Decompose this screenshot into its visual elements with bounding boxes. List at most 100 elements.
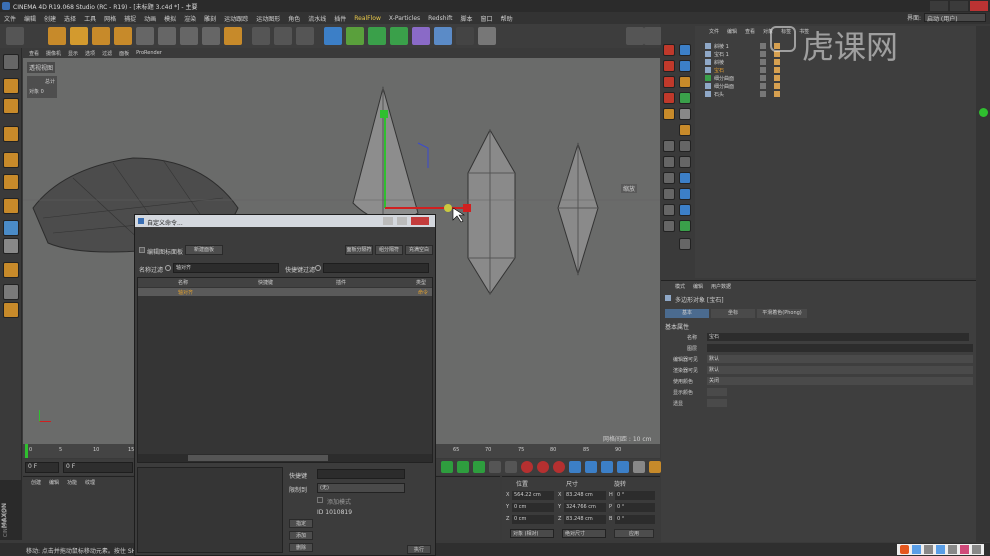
om-view-icon[interactable] (679, 44, 691, 56)
move-icon[interactable] (70, 27, 88, 45)
attr-menu-item[interactable]: 编辑 (693, 283, 703, 290)
tag-checker-icon[interactable] (774, 75, 780, 81)
menu-item[interactable]: 雕刻 (204, 14, 216, 23)
size-field[interactable]: 324.766 cm (564, 503, 606, 512)
camera-icon[interactable] (456, 27, 474, 45)
attr-tab[interactable]: 平滑着色(Phong) (757, 309, 807, 318)
ime-s-icon[interactable] (900, 545, 909, 554)
menu-item[interactable]: 网格 (104, 14, 116, 23)
om-layer-icon[interactable] (663, 60, 675, 72)
table-scroll-thumb[interactable] (188, 455, 328, 461)
limit-dropdown[interactable]: (无) (317, 483, 405, 493)
render-view-icon[interactable] (252, 27, 270, 45)
add-mode-checkbox-icon[interactable] (317, 497, 323, 503)
table-row[interactable]: 轴对齐 命令 (138, 288, 432, 296)
attr-tab[interactable]: 坐标 (711, 309, 755, 318)
attr-field-input[interactable] (707, 344, 973, 352)
layout-icon[interactable] (626, 27, 644, 45)
viewport-menu-item[interactable]: 查看 (29, 50, 39, 57)
om-filter-icon[interactable] (663, 44, 675, 56)
deformer-icon[interactable] (412, 27, 430, 45)
loop-icon[interactable] (457, 461, 469, 473)
attr-field-input[interactable]: 默认 (707, 355, 973, 363)
timeline-playhead[interactable] (25, 444, 28, 458)
s-tool-icon[interactable] (679, 124, 691, 136)
snap-icon[interactable] (3, 220, 19, 236)
attr-field-input[interactable]: 关闭 (707, 377, 973, 385)
spin-edge-icon[interactable] (679, 238, 691, 250)
ime-keyboard-icon[interactable] (948, 545, 957, 554)
refresh-icon[interactable] (489, 461, 501, 473)
stitch-tool-icon[interactable] (679, 220, 691, 232)
size-mode-dropdown[interactable]: 绝对尺寸 (562, 529, 606, 538)
polygons-mode-icon[interactable] (3, 174, 19, 190)
psr-icon[interactable] (663, 108, 675, 120)
workplane-icon[interactable] (3, 98, 19, 114)
timeline-settings-icon[interactable] (649, 461, 661, 473)
make-editable-icon[interactable] (224, 27, 242, 45)
ime-tools-icon[interactable] (972, 545, 981, 554)
pen-icon[interactable] (346, 27, 364, 45)
ime-skin-icon[interactable] (960, 545, 969, 554)
om-sketch-icon[interactable] (679, 108, 691, 120)
keyframe-icon[interactable] (553, 461, 565, 473)
material-menu-item[interactable]: 创建 (31, 479, 41, 486)
dialog-maximize-button[interactable] (397, 217, 407, 225)
world-coord-icon[interactable] (202, 27, 220, 45)
pla-key-icon[interactable] (633, 461, 645, 473)
live-select-icon[interactable] (48, 27, 66, 45)
menu-item[interactable]: 工具 (84, 14, 96, 23)
grid-icon[interactable] (3, 284, 19, 300)
viewport-menu-item[interactable]: ProRender (136, 50, 162, 56)
name-filter-input[interactable]: 轴对齐 (173, 263, 279, 273)
menu-item[interactable]: 渲染 (184, 14, 196, 23)
position-field[interactable]: 0 cm (512, 503, 554, 512)
om-search-icon[interactable] (679, 76, 691, 88)
visibility-dots-icon[interactable] (760, 51, 766, 57)
start-field[interactable]: 0 F (63, 461, 133, 473)
attr-tab[interactable]: 基本 (665, 309, 709, 318)
scale-icon[interactable] (92, 27, 110, 45)
menu-item[interactable]: 角色 (288, 14, 300, 23)
axis-mode-icon[interactable] (3, 198, 19, 214)
om-home-icon[interactable] (679, 92, 691, 104)
menu-item[interactable]: X-Particles (389, 15, 420, 22)
dialog-option-button[interactable]: 充满空白 (405, 245, 433, 255)
brush-tool-icon[interactable] (663, 204, 675, 216)
viewport-menu-item[interactable]: 显示 (68, 50, 78, 57)
knife-tool-icon[interactable] (663, 156, 675, 168)
rotation-field[interactable]: 0 ° (615, 503, 655, 512)
table-column-header[interactable]: 插件 (336, 279, 346, 286)
subdivision-icon[interactable] (368, 27, 386, 45)
visibility-dots-icon[interactable] (760, 75, 766, 81)
scale-key-icon[interactable] (601, 461, 613, 473)
visibility-dots-icon[interactable] (760, 83, 766, 89)
rotate-icon[interactable] (114, 27, 132, 45)
shortcut-filter-radio-icon[interactable] (315, 265, 321, 271)
viewport-menu-item[interactable]: 面板 (119, 50, 129, 57)
ime-punct-icon[interactable] (924, 545, 933, 554)
attr-field-input[interactable] (707, 399, 727, 407)
menu-item[interactable]: 窗口 (481, 14, 493, 23)
render-settings-icon[interactable] (296, 27, 314, 45)
solo-icon[interactable] (3, 238, 19, 254)
bevel-tool-icon[interactable] (663, 140, 675, 152)
dialog-option-button[interactable]: 面板分隔符 (345, 245, 373, 255)
viewport-menu-item[interactable]: 摄像机 (46, 50, 61, 57)
menu-item[interactable]: 运动图形 (256, 14, 280, 23)
attr-field-input[interactable] (707, 388, 727, 396)
material-menu-item[interactable]: 编辑 (49, 479, 59, 486)
table-column-header[interactable]: 类型 (416, 279, 426, 286)
tag-checker-icon[interactable] (774, 91, 780, 97)
size-field[interactable]: 83.248 cm (564, 515, 606, 524)
visibility-dots-icon[interactable] (760, 43, 766, 49)
render-picture-viewer-icon[interactable] (274, 27, 292, 45)
om-tags-icon[interactable] (679, 60, 691, 72)
attr-field-input[interactable]: 默认 (707, 366, 973, 374)
menu-item[interactable]: 文件 (4, 14, 16, 23)
coord-mode-dropdown[interactable]: 对象 (相对) (510, 529, 554, 538)
table-column-header[interactable]: 名称 (178, 279, 188, 286)
loop-tool-icon[interactable] (679, 156, 691, 168)
play-icon[interactable] (441, 461, 453, 473)
material-menu-item[interactable]: 功能 (67, 479, 77, 486)
